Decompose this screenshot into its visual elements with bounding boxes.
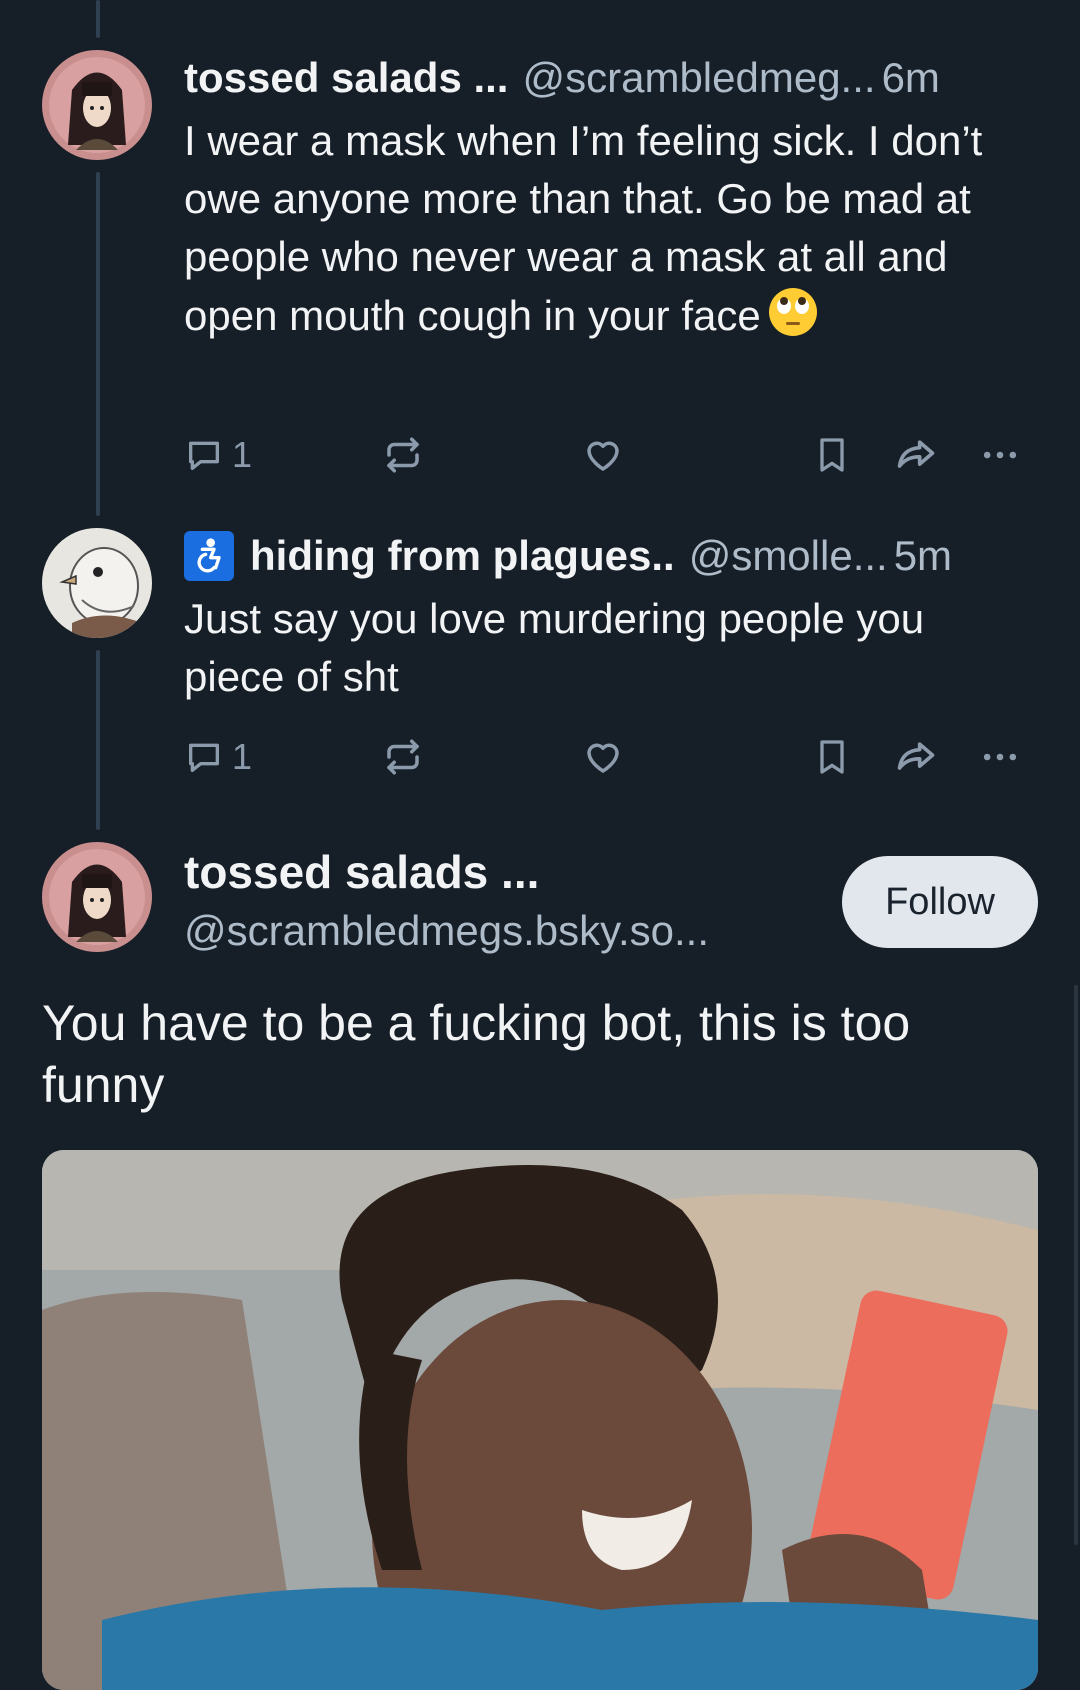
share-icon — [897, 440, 935, 468]
like-button[interactable] — [582, 730, 624, 784]
repost-icon — [387, 739, 419, 775]
reply-count: 1 — [232, 736, 253, 777]
post-text-content: Just say you love murdering people you p… — [184, 595, 925, 700]
more-icon — [983, 753, 1017, 761]
more-icon — [983, 451, 1017, 459]
author-handle[interactable]: @smolle... — [689, 526, 888, 586]
bookmark-icon — [820, 740, 844, 774]
reply-button[interactable]: 1 — [184, 730, 252, 784]
author-name[interactable]: hiding from plagues.. — [250, 526, 675, 586]
author-handle[interactable]: @scrambledmegs.bsky.so... — [184, 902, 709, 960]
post-image[interactable] — [42, 1150, 1038, 1690]
thread-line-top — [96, 0, 100, 38]
reply-button[interactable]: 1 — [184, 428, 252, 482]
thread-line-1 — [96, 172, 100, 516]
reply-count: 1 — [232, 434, 253, 475]
share-button[interactable] — [894, 428, 938, 482]
repost-button[interactable] — [382, 730, 424, 784]
reply-icon — [189, 743, 219, 772]
post-text: Just say you love murdering people you p… — [184, 590, 1030, 706]
scrollbar[interactable] — [1074, 985, 1078, 1545]
post-header: hiding from plagues.. @smolle... 5m — [184, 526, 1038, 586]
bookmark-button[interactable] — [812, 428, 852, 482]
author-name[interactable]: tossed salads ... — [184, 842, 709, 902]
heart-icon — [587, 743, 619, 773]
author-name[interactable]: tossed salads ... — [184, 48, 508, 108]
share-icon — [897, 742, 935, 770]
main-post-header: tossed salads ... @scrambledmegs.bsky.so… — [184, 842, 709, 960]
share-button[interactable] — [894, 730, 938, 784]
face-with-rolling-eyes-icon — [768, 288, 817, 336]
post-actions: 1 — [184, 730, 1038, 784]
main-post-text: You have to be a fucking bot, this is to… — [42, 995, 911, 1113]
bookmark-icon — [820, 438, 844, 472]
avatar[interactable] — [42, 50, 152, 160]
post-header: tossed salads ... @scrambledmeg... 6m — [184, 48, 1038, 108]
author-handle[interactable]: @scrambledmeg... — [522, 48, 875, 108]
repost-icon — [387, 437, 419, 473]
heart-icon — [587, 441, 619, 471]
avatar[interactable] — [42, 842, 152, 952]
reply-icon — [189, 441, 219, 470]
more-options-button[interactable] — [978, 428, 1022, 482]
accessibility-icon — [184, 531, 234, 581]
post-actions: 1 — [184, 428, 1038, 482]
post-time[interactable]: 6m — [882, 48, 940, 108]
post-text: I wear a mask when I’m feeling sick. I d… — [184, 112, 1030, 345]
like-button[interactable] — [582, 428, 624, 482]
post-text-content: I wear a mask when I’m feeling sick. I d… — [184, 117, 983, 339]
more-options-button[interactable] — [978, 730, 1022, 784]
avatar[interactable] — [42, 528, 152, 638]
follow-button[interactable]: Follow — [842, 856, 1038, 948]
thread-line-2 — [96, 650, 100, 830]
post-time[interactable]: 5m — [894, 526, 952, 586]
repost-button[interactable] — [382, 428, 424, 482]
bookmark-button[interactable] — [812, 730, 852, 784]
laughing-woman-gif-image — [42, 1150, 1038, 1690]
